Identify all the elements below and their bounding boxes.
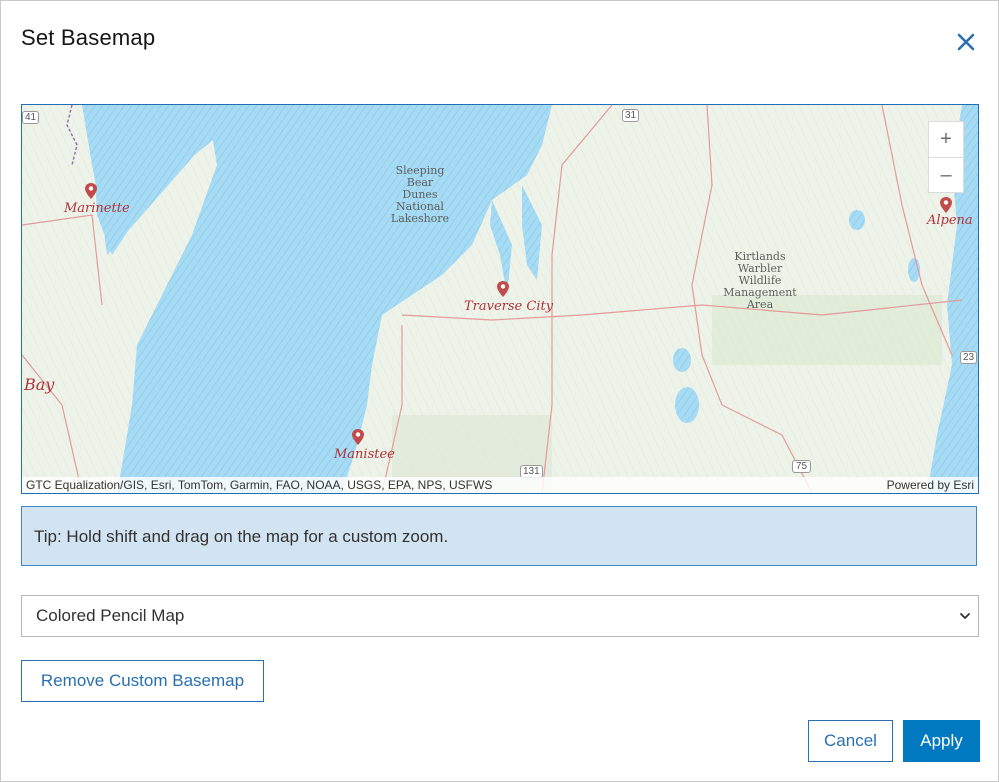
close-icon: [957, 33, 975, 51]
set-basemap-dialog: Set Basemap Sleeping Bear Dunes National…: [0, 0, 999, 782]
route-shield-23: 23: [960, 351, 978, 364]
basemap-select-value: Colored Pencil Map: [36, 606, 185, 625]
apply-button[interactable]: Apply: [903, 720, 980, 762]
city-label-alpena: Alpena: [927, 213, 973, 228]
traverse-city-pin-icon: [497, 281, 509, 297]
zoom-out-button[interactable]: –: [929, 157, 963, 192]
city-label-manistee: Manistee: [334, 447, 395, 462]
attribution-sources[interactable]: GTC Equalization/GIS, Esri, TomTom, Garm…: [26, 477, 492, 493]
zoom-in-button[interactable]: +: [929, 122, 963, 157]
route-shield-75: 75: [792, 460, 812, 473]
marinette-pin-icon: [85, 183, 97, 199]
close-button[interactable]: [951, 27, 981, 57]
city-label-bay: Bay: [24, 375, 55, 394]
map-label-line: Area: [746, 298, 774, 311]
remove-custom-basemap-button[interactable]: Remove Custom Basemap: [21, 660, 264, 702]
chevron-down-icon: [960, 613, 970, 619]
map-attribution: GTC Equalization/GIS, Esri, TomTom, Garm…: [22, 477, 978, 493]
zoom-control: + –: [928, 121, 964, 193]
basemap-preview-map[interactable]: Sleeping Bear Dunes National Lakeshore K…: [21, 104, 979, 494]
map-label-line: Lakeshore: [390, 212, 450, 225]
sleeping-bear-label: Sleeping Bear Dunes National Lakeshore: [390, 165, 450, 225]
route-shield-41: 41: [22, 111, 40, 124]
manistee-pin-icon: [352, 429, 364, 445]
kirtlands-label: Kirtlands Warbler Wildlife Management Ar…: [720, 251, 800, 311]
map-label-line: Bear Dunes: [402, 176, 438, 201]
tip-notice: Tip: Hold shift and drag on the map for …: [21, 506, 977, 566]
dialog-title: Set Basemap: [21, 25, 156, 50]
city-label-traverse-city: Traverse City: [464, 299, 554, 314]
powered-by-esri[interactable]: Powered by Esri: [887, 477, 974, 493]
route-shield-31: 31: [622, 109, 640, 122]
city-label-marinette: Marinette: [64, 201, 130, 216]
basemap-select[interactable]: Colored Pencil Map: [21, 595, 979, 637]
alpena-pin-icon: [940, 197, 952, 213]
cancel-button[interactable]: Cancel: [808, 720, 893, 762]
